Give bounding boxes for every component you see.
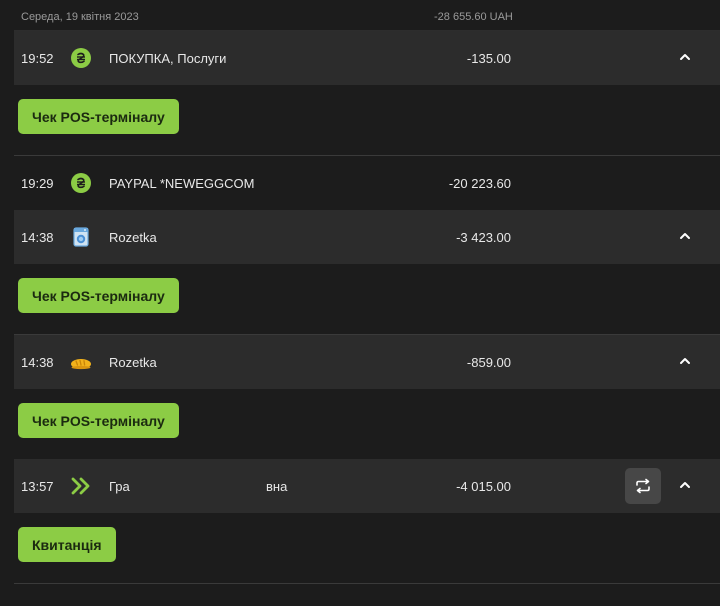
repeat-transfer-button[interactable] — [625, 468, 661, 504]
transaction-description: Rozetka — [109, 355, 157, 370]
day-total: -28 655.60 UAH — [434, 11, 513, 23]
washing-machine-icon — [70, 226, 92, 248]
transaction-actions: Чек POS-терміналу — [14, 85, 720, 156]
transaction-amount: -4 015.00 — [456, 479, 511, 494]
transfer-arrows-icon — [70, 475, 92, 497]
transaction-row[interactable]: 13:57 Гра вна -4 015.00 — [14, 459, 720, 513]
transaction-actions: Чек POS-терміналу — [14, 264, 720, 335]
transaction-time: 14:38 — [21, 230, 54, 245]
transaction-time: 14:38 — [21, 355, 54, 370]
pos-receipt-button[interactable]: Чек POS-терміналу — [18, 403, 179, 438]
transaction-row[interactable]: 14:38 Rozetka -3 423.00 — [14, 210, 720, 264]
repeat-icon — [636, 478, 650, 494]
bread-icon — [70, 351, 92, 373]
transaction-time: 19:52 — [21, 51, 54, 66]
transaction-time: 13:57 — [21, 479, 54, 494]
date-header: Середа, 19 квітня 2023 -28 655.60 UAH — [14, 0, 720, 31]
chevron-up-icon[interactable] — [678, 50, 692, 64]
transaction-description: ПОКУПКА, Послуги — [109, 51, 227, 66]
transaction-amount: -859.00 — [466, 355, 511, 370]
transaction-amount: -3 423.00 — [456, 230, 511, 245]
pos-receipt-button[interactable]: Чек POS-терміналу — [18, 278, 179, 313]
pos-receipt-button[interactable]: Чек POS-терміналу — [18, 99, 179, 134]
transaction-description: Гра — [109, 479, 130, 494]
chevron-up-icon[interactable] — [678, 354, 692, 368]
date-label: Середа, 19 квітня 2023 — [21, 11, 139, 23]
transaction-row[interactable]: 19:29 PAYPAL *NEWEGGCOM -20 223.60 — [14, 156, 720, 210]
receipt-button[interactable]: Квитанція — [18, 527, 116, 562]
hryvnia-icon — [70, 47, 92, 69]
chevron-up-icon[interactable] — [678, 229, 692, 243]
transaction-row[interactable]: 14:38 Rozetka -859.00 — [14, 335, 720, 389]
transaction-description-extra: вна — [266, 479, 288, 494]
transaction-actions: Чек POS-терміналу — [14, 389, 720, 459]
transactions-list: Середа, 19 квітня 2023 -28 655.60 UAH 19… — [14, 0, 720, 584]
chevron-up-icon[interactable] — [678, 478, 692, 492]
transaction-description: PAYPAL *NEWEGGCOM — [109, 176, 255, 191]
transaction-amount: -135.00 — [466, 51, 511, 66]
hryvnia-icon — [70, 172, 92, 194]
transaction-row[interactable]: 19:52 ПОКУПКА, Послуги -135.00 — [14, 31, 720, 85]
transaction-amount: -20 223.60 — [448, 176, 511, 191]
transaction-time: 19:29 — [21, 176, 54, 191]
transaction-actions: Квитанція — [14, 513, 720, 584]
transaction-description: Rozetka — [109, 230, 157, 245]
